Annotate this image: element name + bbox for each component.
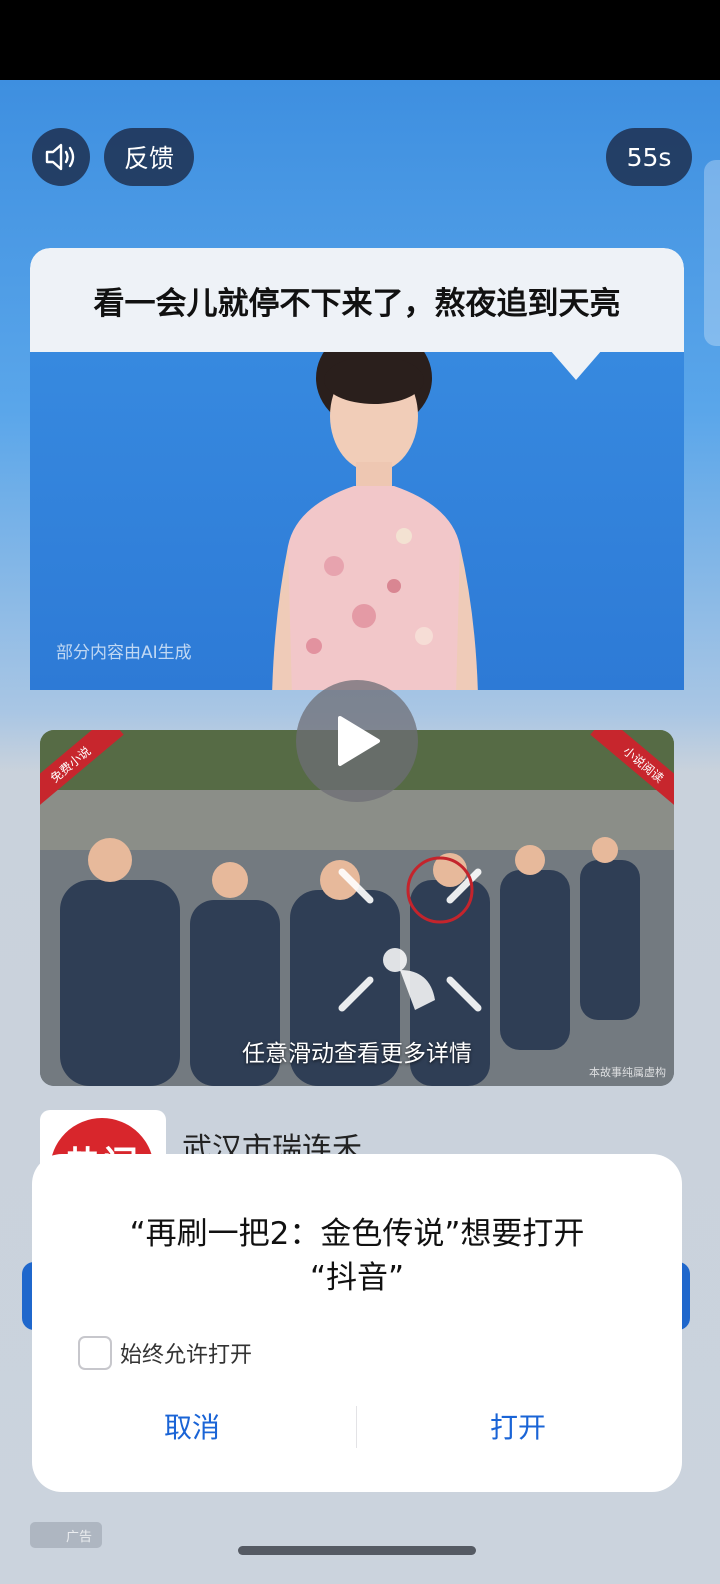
swipe-hint: 任意滑动查看更多详情 [242,1041,472,1067]
play-icon [338,716,380,766]
cancel-button[interactable]: 取消 [32,1402,352,1450]
feedback-button[interactable]: 反馈 [104,128,194,186]
open-app-dialog: “再刷一把2：金色传说”想要打开 “抖音” 始终允许打开 取消 打开 [32,1154,682,1492]
presenter-image [272,326,478,690]
sound-button[interactable] [32,128,90,186]
swipe-gesture-icon [338,856,482,1012]
dialog-title-line-1: “再刷一把2：金色传说”想要打开 [129,1216,585,1252]
caption-bubble: 看一会儿就停不下来了，熬夜追到天亮 [30,248,684,352]
speaker-icon [45,143,75,171]
always-allow-label: 始终允许打开 [120,1343,253,1368]
always-allow-row[interactable]: 始终允许打开 [78,1336,252,1370]
countdown-timer[interactable]: 55s [606,128,692,186]
status-bar [0,0,720,80]
open-button[interactable]: 打开 [358,1402,678,1450]
dialog-title: “再刷一把2：金色传说”想要打开 “抖音” [32,1212,682,1300]
dialog-button-divider [356,1406,357,1448]
watermark-text: 本故事纯属虚构 [589,1066,666,1079]
caption-bubble-tail [550,350,602,380]
play-button[interactable] [296,680,418,802]
edge-tab [704,160,720,346]
video-player[interactable]: 看一会儿就停不下来了，熬夜追到天亮 部分内容由AI生成 [30,248,684,690]
always-allow-checkbox[interactable] [78,1336,112,1370]
home-indicator[interactable] [238,1546,476,1555]
dialog-title-line-2: “抖音” [309,1260,405,1296]
ai-notice: 部分内容由AI生成 [56,643,192,663]
ad-label: 广告 [30,1522,102,1548]
